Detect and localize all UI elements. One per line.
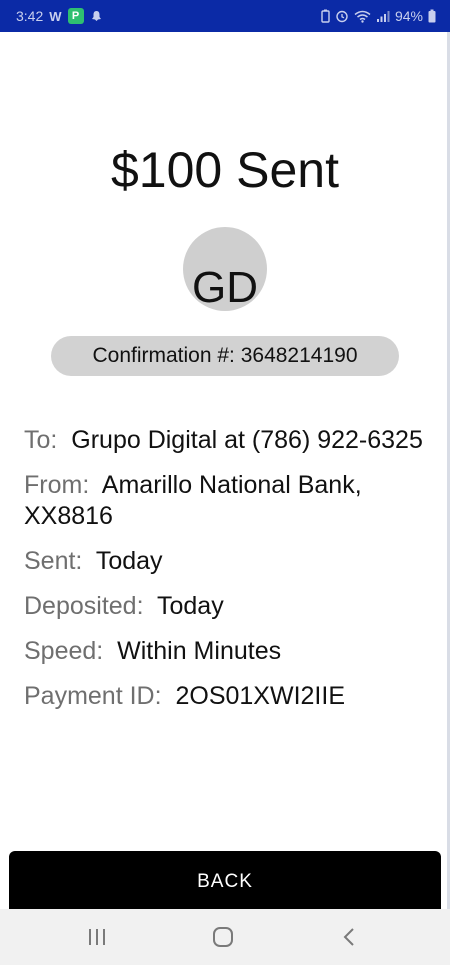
system-nav-bar bbox=[0, 909, 450, 965]
back-icon bbox=[342, 927, 356, 947]
avatar-initials: GD bbox=[192, 263, 258, 312]
battery-icon bbox=[428, 9, 436, 23]
detail-value: Grupo Digital at (786) 922-6325 bbox=[71, 426, 423, 454]
p-app-icon: P bbox=[67, 8, 84, 24]
detail-sent: Sent: Today bbox=[24, 546, 424, 577]
confirmation-badge: Confirmation #: 3648214190 bbox=[51, 336, 399, 376]
detail-from: From: Amarillo National Bank, XX8816 bbox=[24, 470, 424, 532]
snapchat-icon bbox=[90, 10, 103, 23]
detail-label: Deposited: bbox=[24, 592, 144, 620]
page-title: $100 Sent bbox=[111, 142, 339, 198]
detail-value: Today bbox=[95, 547, 163, 575]
detail-deposited: Deposited: Today bbox=[24, 591, 424, 622]
detail-payment-id: Payment ID: 2OS01XWI2IIE bbox=[24, 681, 424, 712]
battery-percent: 94% bbox=[394, 8, 423, 24]
alarm-icon bbox=[335, 9, 349, 23]
detail-label: Payment ID: bbox=[24, 682, 162, 710]
status-bar: 3:42 W P 94% bbox=[0, 0, 450, 32]
home-icon bbox=[212, 926, 234, 948]
status-time: 3:42 bbox=[16, 8, 44, 24]
recent-apps-button[interactable] bbox=[82, 923, 112, 951]
detail-to: To: Grupo Digital at (786) 922-6325 bbox=[24, 425, 424, 456]
status-left: 3:42 W P bbox=[16, 8, 103, 24]
status-right: 94% bbox=[321, 8, 436, 24]
detail-label: Sent: bbox=[24, 547, 83, 575]
detail-label: From: bbox=[24, 471, 90, 499]
detail-value: 2OS01XWI2IIE bbox=[175, 682, 345, 710]
home-button[interactable] bbox=[208, 923, 238, 951]
detail-value: Within Minutes bbox=[117, 637, 282, 665]
signal-icon bbox=[376, 10, 390, 23]
battery-saver-icon bbox=[321, 9, 330, 23]
wifi-icon bbox=[354, 10, 371, 23]
detail-speed: Speed: Within Minutes bbox=[24, 636, 424, 667]
detail-label: Speed: bbox=[24, 637, 104, 665]
recent-apps-icon bbox=[87, 928, 107, 946]
detail-value: Today bbox=[156, 592, 224, 620]
detail-label: To: bbox=[24, 426, 58, 454]
carrier-label: W bbox=[49, 8, 62, 24]
payment-details: To: Grupo Digital at (786) 922-6325 From… bbox=[24, 425, 424, 726]
nav-back-button[interactable] bbox=[334, 923, 364, 951]
